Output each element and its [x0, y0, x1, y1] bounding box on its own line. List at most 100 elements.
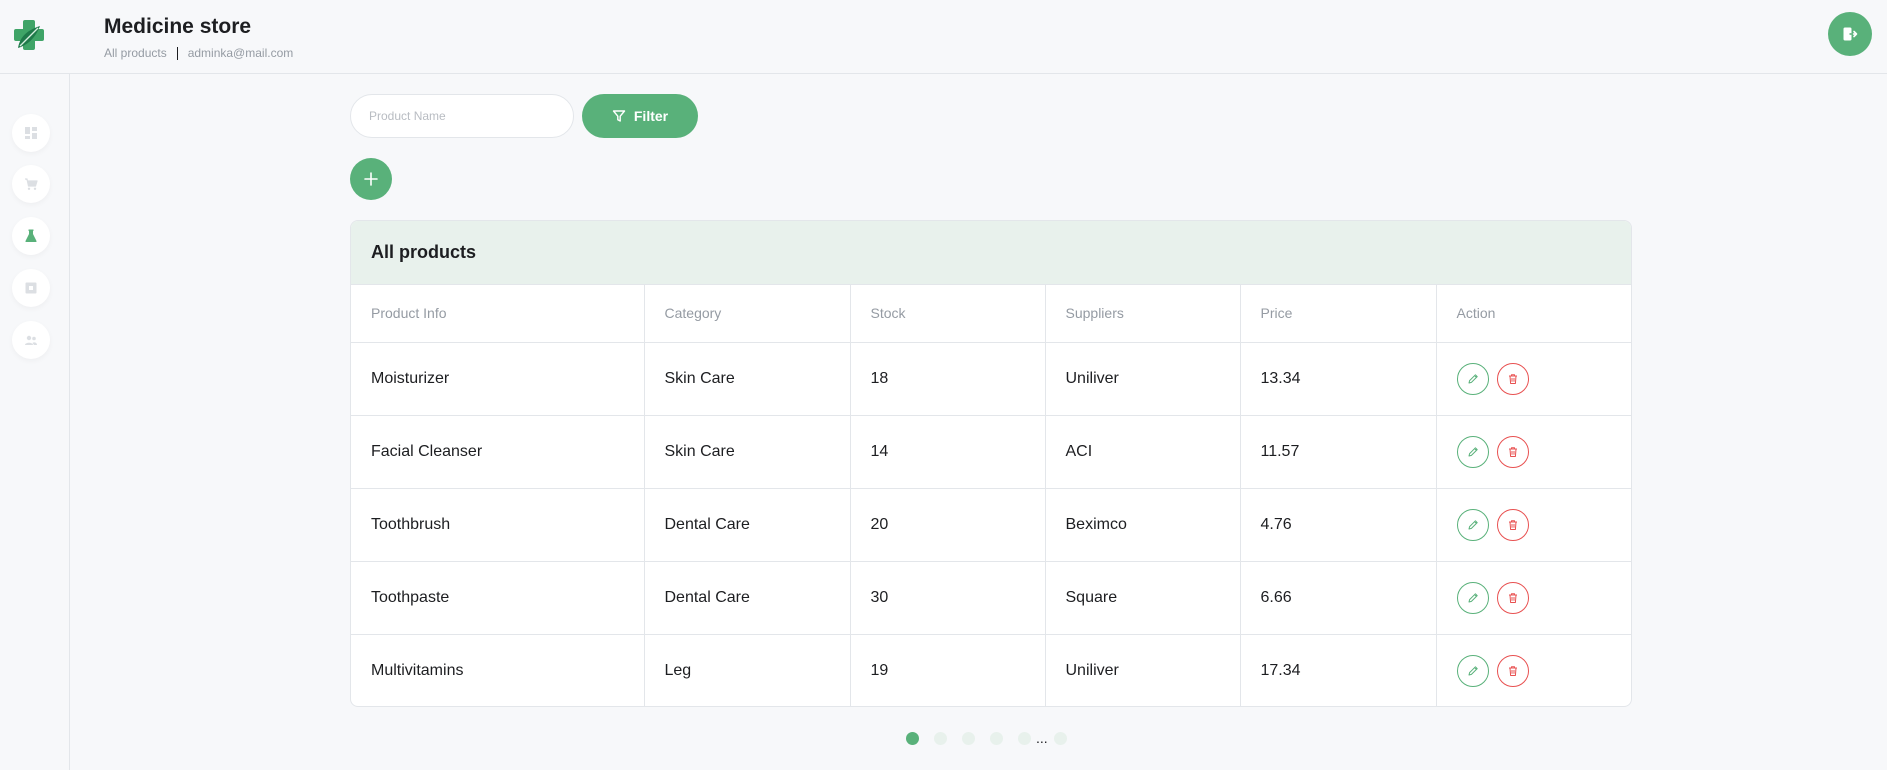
stock-cell: 14 [850, 415, 1046, 489]
supplier-cell: Beximco [1045, 488, 1241, 562]
action-cell [1436, 415, 1631, 489]
box-icon [25, 282, 37, 294]
stock-cell: 30 [850, 561, 1046, 635]
price-cell: 11.57 [1240, 415, 1437, 489]
page-dot-1[interactable] [906, 731, 919, 745]
price-cell: 4.76 [1240, 488, 1437, 562]
user-email: adminka@mail.com [187, 46, 294, 60]
product-name-cell: Moisturizer [351, 342, 645, 416]
price-cell: 17.34 [1240, 634, 1437, 706]
category-cell: Dental Care [644, 488, 851, 562]
stock-cell: 18 [850, 342, 1046, 416]
products-table-card: All products Product Info Category Stock… [350, 220, 1632, 707]
column-header: Suppliers [1045, 285, 1241, 343]
logout-icon [1843, 27, 1858, 41]
category-cell: Skin Care [644, 342, 851, 416]
table-row: Toothbrush Dental Care 20 Beximco 4.76 [351, 488, 1631, 562]
delete-button[interactable] [1496, 362, 1529, 395]
category-cell: Dental Care [644, 561, 851, 635]
page-dot-2[interactable] [934, 731, 947, 745]
edit-button[interactable] [1456, 654, 1489, 687]
edit-button[interactable] [1456, 435, 1489, 468]
page-dot-5[interactable] [1018, 731, 1031, 745]
pagination: ... [906, 729, 1082, 747]
action-cell [1436, 634, 1631, 706]
table-card-header: All products [351, 221, 1631, 285]
users-icon [25, 335, 37, 345]
pencil-icon [1468, 666, 1478, 676]
supplier-cell: ACI [1045, 415, 1241, 489]
plus-icon [364, 172, 378, 186]
price-cell: 6.66 [1240, 561, 1437, 635]
edit-button[interactable] [1456, 581, 1489, 614]
action-cell [1436, 561, 1631, 635]
table-header-row: Product Info Category Stock Suppliers Pr… [351, 285, 1631, 343]
header-title-block: Medicine store All products adminka@mail… [104, 14, 293, 60]
stock-cell: 19 [850, 634, 1046, 706]
table-row: Moisturizer Skin Care 18 Uniliver 13.34 [351, 342, 1631, 416]
page-dot-4[interactable] [990, 731, 1003, 745]
column-header: Stock [850, 285, 1046, 343]
trash-icon [1508, 373, 1517, 384]
table-title: All products [371, 242, 477, 262]
dashboard-icon [25, 127, 37, 139]
page-dot-3[interactable] [962, 731, 975, 745]
product-name-cell: Toothbrush [351, 488, 645, 562]
subtitle-divider [176, 46, 178, 60]
column-header: Action [1436, 285, 1631, 343]
supplier-cell: Uniliver [1045, 342, 1241, 416]
stock-cell: 20 [850, 488, 1046, 562]
filter-button-label: Filter [633, 108, 669, 124]
header-subtitle: All products adminka@mail.com [104, 46, 293, 60]
add-product-button[interactable] [350, 158, 392, 200]
page-dot-last[interactable] [1053, 731, 1067, 745]
pagination-ellipsis: ... [1036, 730, 1048, 746]
products-table: Product Info Category Stock Suppliers Pr… [351, 285, 1631, 706]
pencil-icon [1468, 592, 1478, 602]
price-cell: 13.34 [1240, 342, 1437, 416]
filter-button[interactable]: Filter [582, 94, 698, 138]
column-header: Category [644, 285, 851, 343]
product-name-cell: Facial Cleanser [351, 415, 645, 489]
sidebar-item-products[interactable] [12, 217, 50, 255]
column-header: Product Info [351, 285, 645, 343]
trash-icon [1508, 592, 1517, 603]
category-cell: Leg [644, 634, 851, 706]
sidebar [0, 74, 70, 770]
edit-button[interactable] [1456, 508, 1489, 541]
sidebar-item-customers[interactable] [12, 321, 50, 359]
supplier-cell: Square [1045, 561, 1241, 635]
sidebar-item-orders[interactable] [12, 165, 50, 203]
column-header: Price [1240, 285, 1437, 343]
action-cell [1436, 488, 1631, 562]
action-cell [1436, 342, 1631, 416]
app-title: Medicine store [104, 15, 252, 38]
trash-icon [1508, 446, 1517, 457]
flask-icon [25, 229, 37, 242]
pencil-icon [1468, 373, 1478, 383]
trash-icon [1508, 666, 1517, 676]
pencil-icon [1468, 519, 1478, 529]
table-row: Multivitamins Leg 19 Uniliver 17.34 [351, 634, 1631, 706]
trash-icon [1508, 519, 1517, 530]
cart-icon [25, 178, 38, 190]
logout-button[interactable] [1828, 12, 1872, 56]
logo-icon[interactable] [12, 18, 46, 52]
table-row: Toothpaste Dental Care 30 Square 6.66 [351, 561, 1631, 635]
supplier-cell: Uniliver [1045, 634, 1241, 706]
top-bar: Medicine store All products adminka@mail… [0, 0, 1887, 74]
delete-button[interactable] [1496, 508, 1529, 541]
delete-button[interactable] [1496, 435, 1529, 468]
delete-button[interactable] [1496, 654, 1529, 687]
product-name-input[interactable] [350, 94, 574, 138]
category-cell: Skin Care [644, 415, 851, 489]
current-page-label: All products [104, 46, 167, 60]
sidebar-item-suppliers[interactable] [12, 269, 50, 307]
sidebar-item-dashboard[interactable] [12, 114, 50, 152]
edit-button[interactable] [1456, 362, 1489, 395]
filter-icon [612, 110, 626, 122]
product-name-cell: Multivitamins [351, 634, 645, 706]
pencil-icon [1468, 446, 1478, 456]
delete-button[interactable] [1496, 581, 1529, 614]
table-row: Facial Cleanser Skin Care 14 ACI 11.57 [351, 415, 1631, 489]
